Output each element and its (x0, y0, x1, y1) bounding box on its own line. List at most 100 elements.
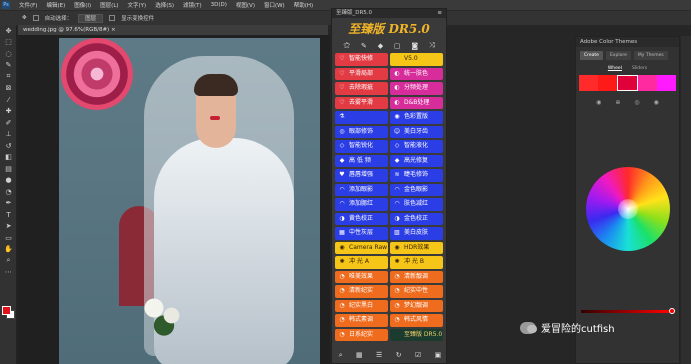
move-tool-icon[interactable]: ✥ (0, 25, 17, 37)
plugin-button[interactable]: ✺ 冲 光 A (335, 256, 388, 269)
camera-icon[interactable]: ◙ (411, 42, 418, 50)
tab-create[interactable]: Create (580, 51, 603, 60)
tab-explore[interactable]: Explore (605, 51, 631, 60)
plugin-button[interactable]: ◠ 添加眼影 (335, 183, 388, 196)
plugin-button[interactable]: ☺ 美白牙齿 (390, 125, 443, 138)
show-transform-checkbox[interactable] (109, 15, 116, 21)
palette-swatch[interactable] (657, 75, 676, 91)
plugin-button[interactable]: ◆ 高 低 频 (335, 154, 388, 167)
plugin-button[interactable]: ♥ 唇唇增强 (335, 169, 388, 182)
blur-tool-icon[interactable]: ● (0, 175, 17, 187)
checkbox-icon[interactable]: ☑ (415, 351, 421, 360)
menu-filter[interactable]: 滤镜(T) (183, 1, 202, 9)
menu-window[interactable]: 窗口(W) (264, 1, 285, 9)
plugin-button[interactable]: ◔ 韩式风情 (390, 314, 443, 327)
menu-help[interactable]: 帮助(H) (294, 1, 313, 9)
theme-palette[interactable] (579, 75, 676, 91)
pen-tool-icon[interactable]: ✒ (0, 198, 17, 210)
document-tab[interactable]: wedding.jpg @ 97.6%(RGB/8#) × (18, 25, 328, 35)
plugin-button[interactable]: ◔ 清新靓调 (390, 270, 443, 283)
type-tool-icon[interactable]: T (0, 209, 17, 221)
palette-swatch[interactable] (638, 75, 657, 91)
hand-tool-icon[interactable]: ✋ (0, 244, 17, 256)
menu-file[interactable]: 文件(F) (19, 1, 37, 9)
plugin-button[interactable]: ▦ 中性灰层 (335, 227, 388, 240)
plugin-button[interactable]: ◐ 统一肤色 (390, 67, 443, 80)
frame-tool-icon[interactable]: ⊠ (0, 83, 17, 95)
brightness-slider[interactable] (581, 308, 675, 314)
history-brush-tool-icon[interactable]: ↺ (0, 140, 17, 152)
plugin-button[interactable]: ♡ 平滑局部 (335, 67, 388, 80)
wand-icon[interactable]: ⚝ (343, 41, 350, 50)
plugin-button[interactable]: ◔ 清新纪实 (335, 285, 388, 298)
plugin-button[interactable]: ◇ 智能锐化 (335, 140, 388, 153)
plugin-button[interactable]: ◔ 梦幻靓调 (390, 299, 443, 312)
crop-tool-icon[interactable]: ⌗ (0, 71, 17, 83)
foreground-color-swatch[interactable] (2, 306, 11, 315)
plugin-button[interactable]: ◐ 分频处理 (390, 82, 443, 95)
plugin-button[interactable]: ◠ 添加腮红 (335, 198, 388, 211)
plugin-button[interactable]: ◉ HDR效果 (390, 241, 443, 254)
refresh-icon[interactable]: ↻ (396, 351, 402, 360)
plugin-button[interactable]: ◐ D&B处理 (390, 96, 443, 109)
sliders-icon[interactable]: ☰ (376, 351, 382, 360)
plugin-button[interactable]: ♡ 去除瑕疵 (335, 82, 388, 95)
color-wheel[interactable] (586, 167, 670, 251)
plugin-button[interactable]: ◇ 智能液化 (390, 140, 443, 153)
mode-sliders[interactable]: Sliders (632, 66, 647, 71)
grid-icon[interactable]: ▦ (356, 351, 363, 360)
plugin-button[interactable]: ◔ 唯美效果 (335, 270, 388, 283)
plugin-button[interactable]: ◠ 肤色减红 (390, 198, 443, 211)
shape-tool-icon[interactable]: ▭ (0, 232, 17, 244)
menu-layer[interactable]: 图层(L) (100, 1, 118, 9)
plugin-button[interactable]: ◠ 金色眼影 (390, 183, 443, 196)
ruler-icon[interactable]: ◆ (378, 42, 383, 50)
plugin-button[interactable]: ◆ 高光修复 (390, 154, 443, 167)
eyedropper-tool-icon[interactable]: ⁄ (0, 94, 17, 106)
sample-icon[interactable]: ◉ (654, 99, 659, 106)
image-icon[interactable]: ▣ (435, 351, 442, 360)
palette-swatch[interactable] (579, 75, 598, 91)
menu-select[interactable]: 选择(S) (155, 1, 174, 9)
auto-select-dropdown[interactable]: 图层 (78, 13, 104, 23)
brush-tool-icon[interactable]: ✐ (0, 117, 17, 129)
plugin-button[interactable]: V5.0 (390, 53, 443, 66)
menu-3d[interactable]: 3D(D) (211, 2, 227, 8)
palette-swatch[interactable] (617, 75, 638, 91)
eraser-tool-icon[interactable]: ◧ (0, 152, 17, 164)
plugin-button[interactable]: ♡ 智能快修 (335, 53, 388, 66)
gradient-tool-icon[interactable]: ▤ (0, 163, 17, 175)
plugin-button[interactable]: ◔ 纪实中性 (390, 285, 443, 298)
plugin-button[interactable]: ≋ 睫毛修饰 (390, 169, 443, 182)
plugin-button[interactable]: ⚗ (335, 111, 388, 124)
quick-select-tool-icon[interactable]: ✎ (0, 60, 17, 72)
panel-menu-icon[interactable]: ≡ (437, 9, 442, 18)
plugin-button[interactable]: ◉ Camera Raw (335, 241, 388, 254)
plugin-button[interactable]: ◔ 纪实黑白 (335, 299, 388, 312)
stamp-tool-icon[interactable]: ⊥ (0, 129, 17, 141)
lasso-tool-icon[interactable]: ◌ (0, 48, 17, 60)
plugin-button[interactable]: ◉ 色彩置版 (390, 111, 443, 124)
menu-type[interactable]: 文字(Y) (128, 1, 147, 9)
zoom-tool-icon[interactable]: ⌕ (0, 255, 17, 267)
menu-image[interactable]: 图像(I) (74, 1, 91, 9)
plugin-button[interactable]: 至臻版 DR5.0 (390, 328, 443, 341)
brightness-slider-knob[interactable] (669, 308, 675, 314)
marquee-tool-icon[interactable]: ⬚ (0, 37, 17, 49)
plugin-button[interactable]: ◔ 日系纪实 (335, 328, 388, 341)
plus-icon[interactable]: ⊕ (615, 99, 620, 106)
brush-icon[interactable]: ✎ (361, 42, 367, 50)
tab-my-themes[interactable]: My Themes (633, 51, 668, 60)
plugin-button[interactable]: ◎ 眼部修饰 (335, 125, 388, 138)
more-tools-icon[interactable]: ⋯ (0, 267, 17, 279)
plugin-button[interactable]: ◑ 金色校正 (390, 212, 443, 225)
menu-view[interactable]: 视图(V) (236, 1, 255, 9)
plugin-button[interactable]: ✺ 冲 光 B (390, 256, 443, 269)
path-select-tool-icon[interactable]: ➤ (0, 221, 17, 233)
palette-swatch[interactable] (598, 75, 617, 91)
plugin-button[interactable]: ◔ 韩式素调 (335, 314, 388, 327)
menu-edit[interactable]: 编辑(E) (46, 1, 65, 9)
move-tool-icon[interactable]: ✥ (22, 15, 27, 21)
eye-icon[interactable]: ◉ (596, 99, 601, 106)
healing-tool-icon[interactable]: ✚ (0, 106, 17, 118)
